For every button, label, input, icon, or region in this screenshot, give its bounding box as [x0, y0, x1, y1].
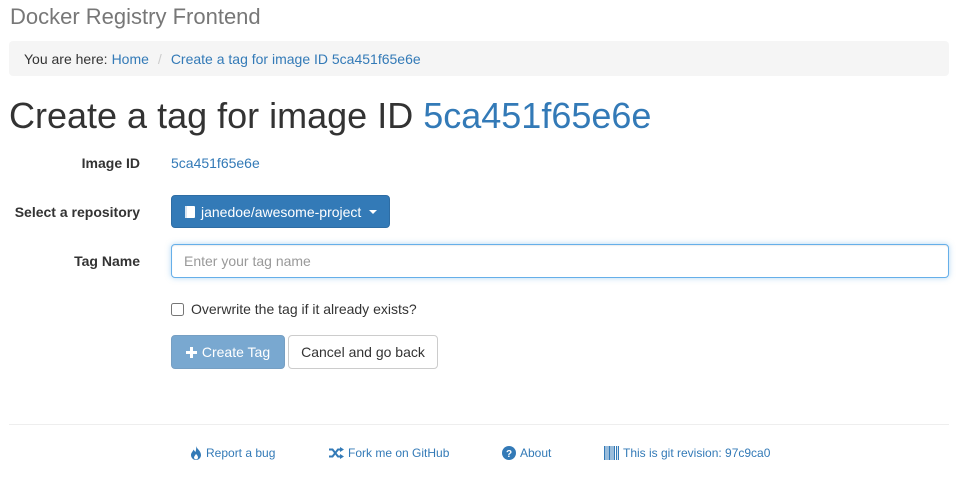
random-icon [329, 447, 344, 459]
app-brand[interactable]: Docker Registry Frontend [10, 4, 261, 30]
page-title-image-id: 5ca451f65e6e [423, 95, 652, 136]
breadcrumb-current-link[interactable]: Create a tag for image ID 5ca451f65e6e [171, 51, 421, 67]
tag-name-label: Tag Name [74, 253, 140, 269]
overwrite-checkbox-row[interactable]: Overwrite the tag if it already exists? [171, 301, 417, 317]
image-id-label: Image ID [81, 155, 140, 171]
tag-name-input[interactable] [171, 244, 949, 278]
fork-github-label: Fork me on GitHub [348, 446, 450, 460]
report-bug-label: Report a bug [206, 446, 276, 460]
book-icon [184, 205, 196, 219]
overwrite-checkbox[interactable] [171, 302, 184, 316]
page-title-prefix: Create a tag for image ID [9, 95, 414, 136]
cancel-button[interactable]: Cancel and go back [288, 335, 438, 369]
create-tag-label: Create Tag [201, 344, 271, 360]
report-bug-link[interactable]: Report a bug [190, 446, 275, 460]
repository-label: Select a repository [14, 204, 140, 220]
fork-github-link[interactable]: Fork me on GitHub [329, 446, 449, 460]
about-label: About [520, 446, 552, 460]
git-revision-link[interactable]: This is git revision: 97c9ca0 [604, 446, 770, 460]
fire-icon [190, 446, 202, 460]
repository-selected-label: janedoe/awesome-project [201, 203, 362, 220]
git-revision-label: This is git revision: 97c9ca0 [623, 446, 771, 460]
plus-icon [185, 346, 197, 358]
breadcrumb-prefix: You are here: [24, 50, 108, 67]
overwrite-checkbox-label: Overwrite the tag if it already exists? [191, 301, 417, 317]
footer-divider [9, 424, 949, 425]
breadcrumb-separator: / [157, 50, 162, 67]
image-id-link[interactable]: 5ca451f65e6e [171, 155, 260, 171]
repository-dropdown-button[interactable]: janedoe/awesome-project [171, 195, 391, 228]
about-link[interactable]: ? About [502, 446, 551, 460]
svg-text:?: ? [506, 449, 512, 460]
breadcrumb: You are here: Home / Create a tag for im… [9, 41, 949, 76]
caret-down-icon [369, 209, 378, 214]
page-title: Create a tag for image ID 5ca451f65e6e [9, 94, 651, 138]
barcode-icon [604, 446, 619, 460]
question-sign-icon: ? [502, 446, 516, 460]
breadcrumb-home-link[interactable]: Home [112, 51, 149, 67]
create-tag-button[interactable]: Create Tag [171, 335, 285, 369]
